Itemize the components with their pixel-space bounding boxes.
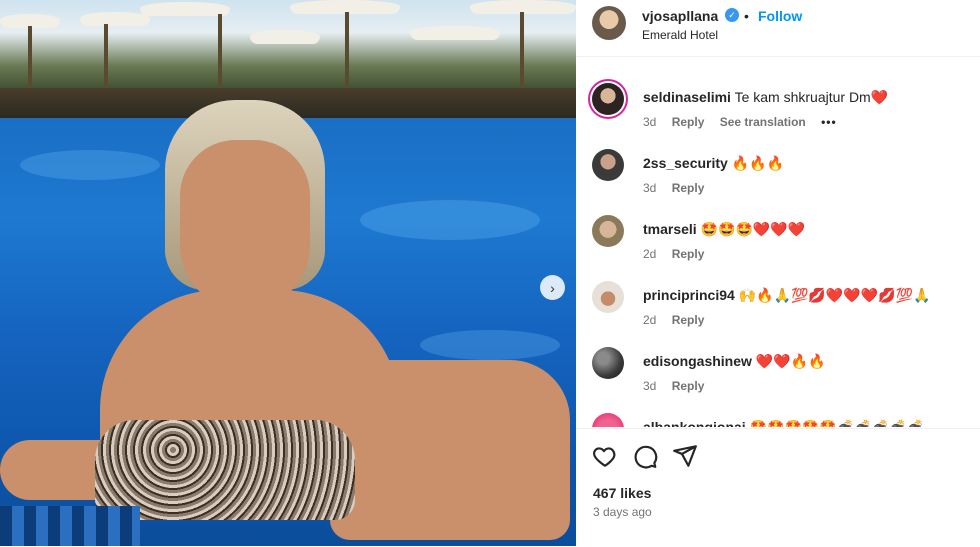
reply-button[interactable]: Reply <box>672 115 705 129</box>
water-ripple <box>20 150 160 180</box>
comment-age: 3d <box>643 115 657 129</box>
commenter-avatar[interactable] <box>592 413 624 427</box>
reply-button[interactable]: Reply <box>672 313 705 327</box>
commenter-username[interactable]: edisongashinew <box>643 353 752 369</box>
comment-item: edisongashinew ❤️❤️🔥🔥 3d Reply <box>576 347 980 407</box>
person-arm <box>330 360 570 540</box>
commenter-avatar[interactable] <box>592 281 624 313</box>
more-options-icon[interactable]: ••• <box>821 115 837 129</box>
water-ripple <box>420 330 560 360</box>
commenter-avatar[interactable] <box>592 149 624 181</box>
comment-bubble-icon[interactable] <box>632 443 658 469</box>
comment-item: seldinaselimi Te kam shkruajtur Dm❤️ 3d … <box>576 83 980 143</box>
share-send-icon[interactable] <box>672 443 698 469</box>
separator-dot: • <box>744 8 749 24</box>
comment-item: 2ss_security 🔥🔥🔥 3d Reply <box>576 149 980 209</box>
like-heart-icon[interactable] <box>592 443 618 469</box>
author-avatar[interactable] <box>592 6 626 40</box>
umbrella <box>250 30 320 44</box>
comment-text: 🔥🔥🔥 <box>731 155 785 171</box>
umbrella-pole <box>520 12 524 88</box>
comments-list[interactable]: seldinaselimi Te kam shkruajtur Dm❤️ 3d … <box>576 57 980 427</box>
post-timestamp[interactable]: 3 days ago <box>593 505 652 519</box>
comment-body: 2ss_security 🔥🔥🔥 <box>643 155 784 172</box>
bikini-top <box>95 420 355 520</box>
commenter-username[interactable]: 2ss_security <box>643 155 728 171</box>
comment-meta: 3d Reply See translation ••• <box>643 115 849 129</box>
person-face <box>180 140 310 310</box>
comment-item: albankongjonaj 🤩🤩🤩🤩🤩💣💣💣💣💣 <box>576 413 980 427</box>
umbrella <box>140 2 230 16</box>
comment-text: 🤩🤩🤩❤️❤️❤️ <box>700 221 806 237</box>
commenter-username[interactable]: albankongjonaj <box>643 419 746 427</box>
umbrella <box>80 12 150 26</box>
comment-body: seldinaselimi Te kam shkruajtur Dm❤️ <box>643 89 888 106</box>
umbrella-pole <box>28 26 32 88</box>
commenter-username[interactable]: tmarseli <box>643 221 697 237</box>
commenter-username[interactable]: seldinaselimi <box>643 89 731 105</box>
post-actions: 467 likes 3 days ago <box>576 428 980 547</box>
comment-body: tmarseli 🤩🤩🤩❤️❤️❤️ <box>643 221 805 238</box>
comment-text: 🙌🔥🙏💯💋❤️❤️❤️💋💯🙏 <box>738 287 931 303</box>
post-header: vjosapllana ✓ • Follow Emerald Hotel <box>576 0 980 57</box>
comment-meta: 3d Reply <box>643 181 716 195</box>
pool-tile <box>0 506 140 546</box>
water-ripple <box>360 200 540 240</box>
follow-button[interactable]: Follow <box>758 8 802 24</box>
post-photo[interactable]: › <box>0 0 576 546</box>
commenter-avatar[interactable] <box>592 215 624 247</box>
chevron-right-icon: › <box>550 279 555 296</box>
carousel-next-button[interactable]: › <box>540 275 565 300</box>
umbrella <box>410 26 500 40</box>
comment-item: principrinci94 🙌🔥🙏💯💋❤️❤️❤️💋💯🙏 2d Reply <box>576 281 980 341</box>
comment-age: 2d <box>643 247 657 261</box>
post-location[interactable]: Emerald Hotel <box>642 28 718 42</box>
comment-meta: 3d Reply <box>643 379 716 393</box>
comment-text: 🤩🤩🤩🤩🤩💣💣💣💣💣 <box>749 419 924 427</box>
umbrella-pole <box>218 14 222 88</box>
umbrella-pole <box>345 12 349 88</box>
comment-age: 3d <box>643 379 657 393</box>
comment-meta: 2d Reply <box>643 247 716 261</box>
comment-meta: 2d Reply <box>643 313 716 327</box>
author-username[interactable]: vjosapllana <box>642 8 718 24</box>
commenter-avatar[interactable] <box>592 83 624 115</box>
commenter-username[interactable]: principrinci94 <box>643 287 735 303</box>
comment-body: edisongashinew ❤️❤️🔥🔥 <box>643 353 826 370</box>
comment-body: principrinci94 🙌🔥🙏💯💋❤️❤️❤️💋💯🙏 <box>643 287 930 304</box>
verified-badge-icon: ✓ <box>725 8 739 22</box>
comment-text: ❤️❤️🔥🔥 <box>755 353 826 369</box>
comment-age: 2d <box>643 313 657 327</box>
comment-body: albankongjonaj 🤩🤩🤩🤩🤩💣💣💣💣💣 <box>643 419 924 427</box>
see-translation-button[interactable]: See translation <box>720 115 806 129</box>
comment-text: Te kam shkruajtur Dm❤️ <box>734 89 889 105</box>
reply-button[interactable]: Reply <box>672 181 705 195</box>
reply-button[interactable]: Reply <box>672 379 705 393</box>
likes-count[interactable]: 467 likes <box>593 485 651 501</box>
comment-item: tmarseli 🤩🤩🤩❤️❤️❤️ 2d Reply <box>576 215 980 275</box>
comment-age: 3d <box>643 181 657 195</box>
commenter-avatar[interactable] <box>592 347 624 379</box>
post-side-panel: vjosapllana ✓ • Follow Emerald Hotel sel… <box>576 0 980 546</box>
umbrella-pole <box>104 24 108 88</box>
reply-button[interactable]: Reply <box>672 247 705 261</box>
